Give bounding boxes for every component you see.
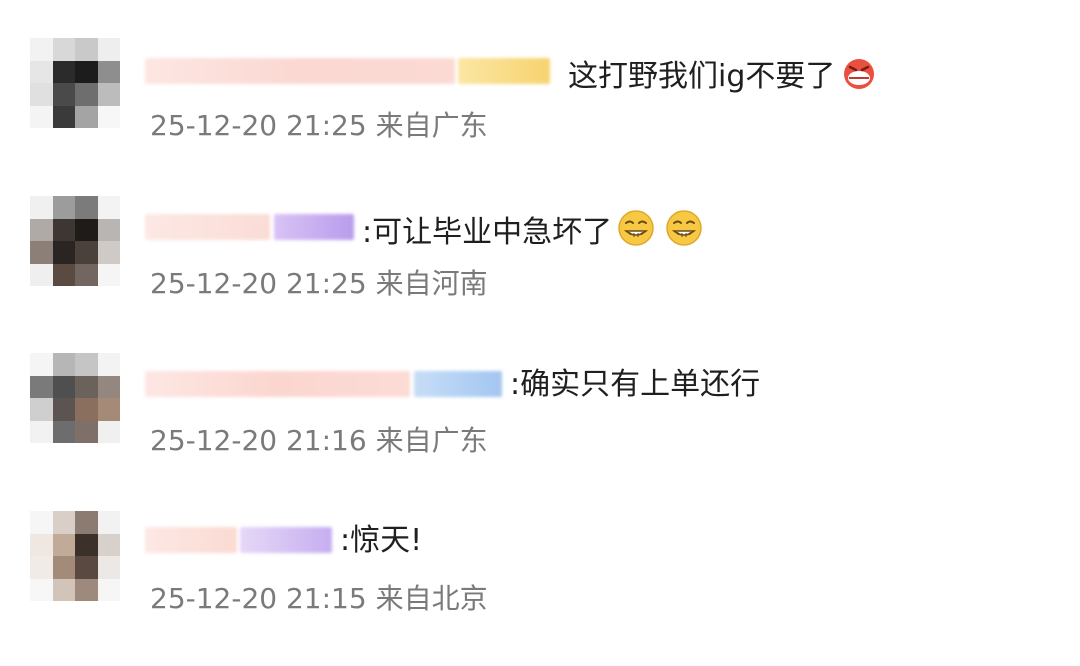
comment-meta: 25-12-20 21:16 来自广东 bbox=[150, 423, 488, 459]
username-badge-blurred bbox=[274, 214, 354, 240]
comment-body: 这打野我们ig不要了 bbox=[568, 59, 836, 94]
username-badge-blurred bbox=[414, 371, 502, 397]
comment-location: 来自北京 bbox=[375, 582, 488, 615]
comment-item: :可让毕业中急坏了 25-12-20 21:25 来自河南 bbox=[0, 188, 1080, 338]
avatar[interactable] bbox=[30, 38, 120, 128]
comment-list-page: { "comments": [ { "text": "这打野我们ig不要了", … bbox=[0, 0, 1080, 666]
smirk-grin-emoji-icon bbox=[616, 208, 656, 259]
username-blurred[interactable] bbox=[145, 527, 237, 553]
comment-text: 这打野我们ig不要了 bbox=[568, 52, 879, 103]
avatar[interactable] bbox=[30, 511, 120, 601]
username-blurred[interactable] bbox=[145, 58, 455, 84]
comment-body: :确实只有上单还行 bbox=[510, 367, 761, 402]
angry-grin-emoji-icon bbox=[839, 52, 879, 103]
comment-body: :惊天! bbox=[340, 523, 423, 558]
username-badge-blurred bbox=[240, 527, 332, 553]
comment-item: :惊天! 25-12-20 21:15 来自北京 bbox=[0, 503, 1080, 653]
comment-location: 来自河南 bbox=[375, 267, 488, 300]
smirk-grin-emoji-icon bbox=[664, 208, 704, 259]
comment-location: 来自广东 bbox=[375, 109, 488, 142]
comment-text: :可让毕业中急坏了 bbox=[362, 208, 704, 259]
comment-meta: 25-12-20 21:15 来自北京 bbox=[150, 581, 488, 617]
comment-time: 25-12-20 21:15 bbox=[150, 582, 367, 615]
username-blurred[interactable] bbox=[145, 214, 270, 240]
comment-meta: 25-12-20 21:25 来自广东 bbox=[150, 108, 488, 144]
comment-location: 来自广东 bbox=[375, 424, 488, 457]
comment-text: :惊天! bbox=[340, 521, 422, 561]
username-badge-blurred bbox=[458, 58, 550, 84]
username-blurred[interactable] bbox=[145, 371, 410, 397]
comment-meta: 25-12-20 21:25 来自河南 bbox=[150, 266, 488, 302]
comment-body: :可让毕业中急坏了 bbox=[362, 215, 613, 250]
comment-time: 25-12-20 21:25 bbox=[150, 267, 367, 300]
comment-item: :确实只有上单还行 25-12-20 21:16 来自广东 bbox=[0, 345, 1080, 495]
comment-item: 这打野我们ig不要了 25-12-20 21:25 来自广东 bbox=[0, 30, 1080, 180]
comment-text: :确实只有上单还行 bbox=[510, 365, 760, 405]
avatar[interactable] bbox=[30, 353, 120, 443]
avatar[interactable] bbox=[30, 196, 120, 286]
comment-time: 25-12-20 21:25 bbox=[150, 109, 367, 142]
comment-time: 25-12-20 21:16 bbox=[150, 424, 367, 457]
